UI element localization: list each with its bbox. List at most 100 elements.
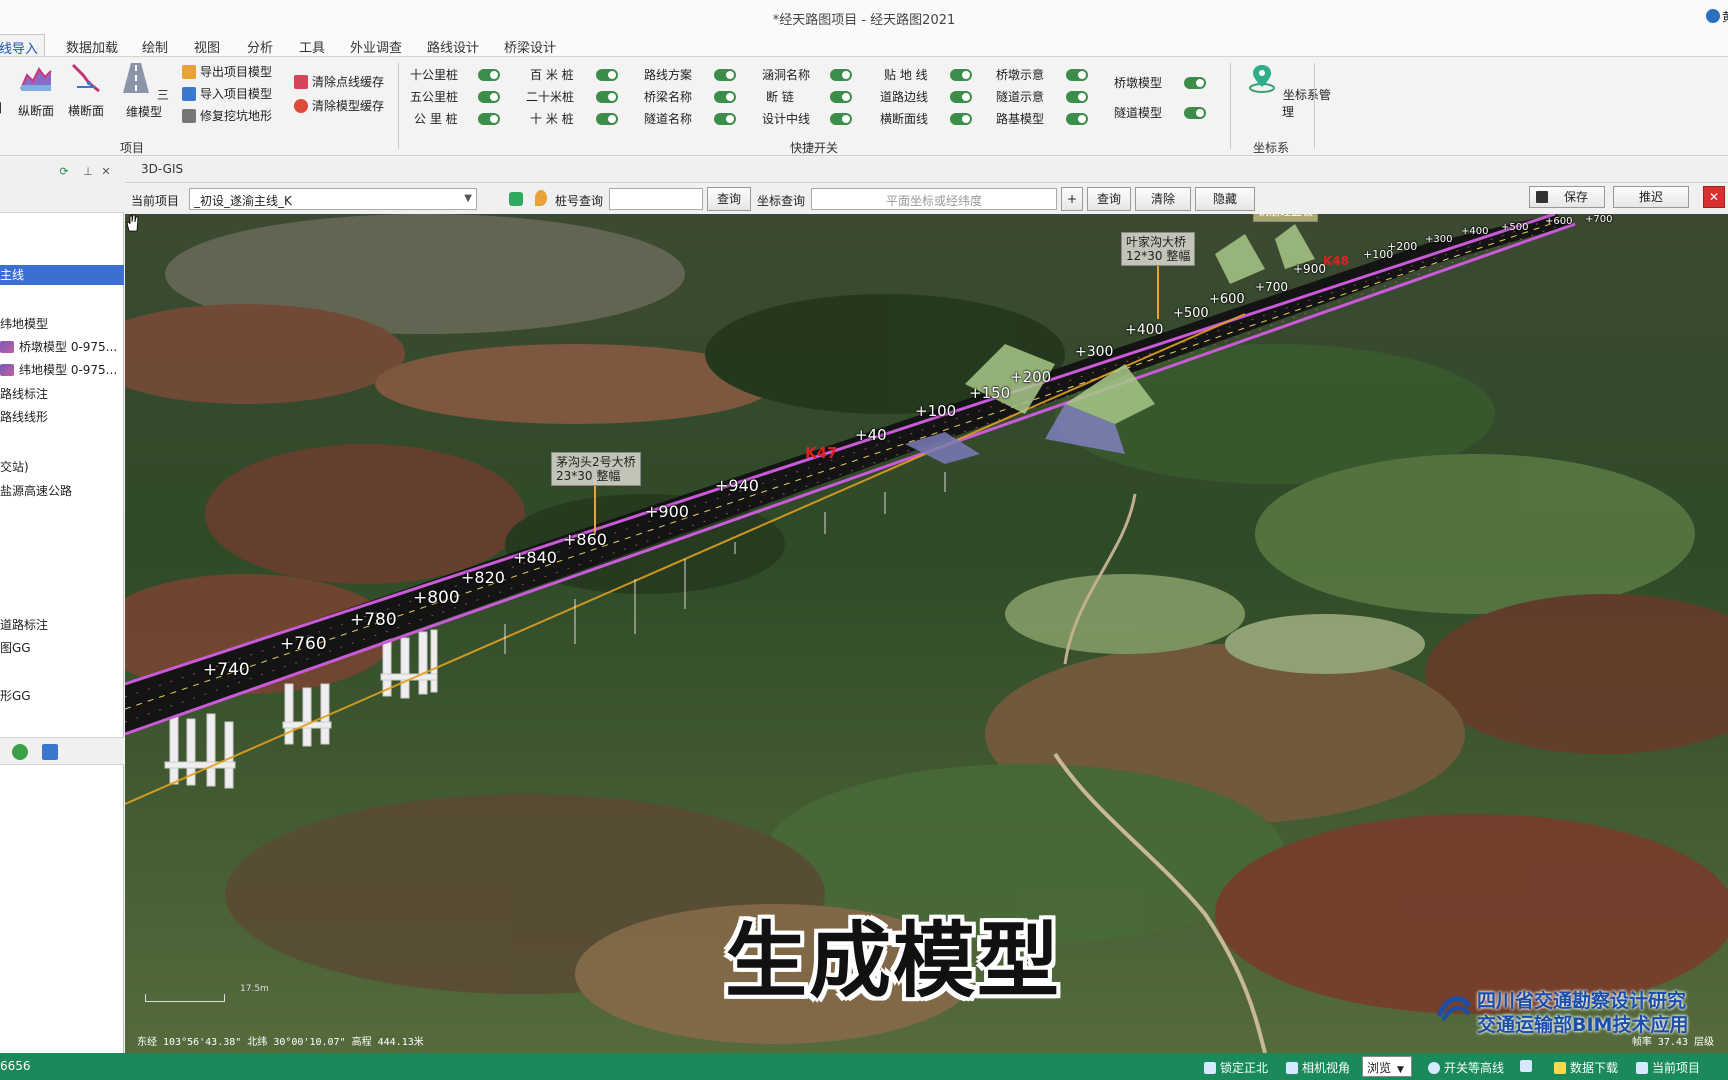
toggle-km-pile[interactable]: 公 里 桩	[414, 109, 500, 129]
current-project-status[interactable]: 当前项目	[1636, 1059, 1700, 1076]
data-download-button[interactable]: 数据下载	[1554, 1059, 1618, 1076]
toggle-tunnel-sketch[interactable]: 隧道示意	[996, 87, 1092, 107]
toggle-design-centerline[interactable]: 设计中线	[762, 109, 854, 129]
toggle-5km-pile[interactable]: 五公里桩	[410, 87, 500, 107]
tree-item-interchange[interactable]: 交站)	[0, 457, 29, 477]
toggle-10m-pile[interactable]: 十 米 桩	[530, 109, 620, 129]
tree-item-map-gg[interactable]: 图GG	[0, 638, 31, 658]
toggle-switch[interactable]	[830, 69, 852, 81]
location-pin-icon[interactable]	[535, 190, 547, 206]
tree-item-weidi-model[interactable]: 纬地模型	[0, 314, 48, 334]
repair-terrain-button[interactable]: 修复挖坑地形	[182, 107, 272, 125]
tree-item-weidi-model-2[interactable]: 纬地模型 0-975...	[0, 360, 117, 380]
toggle-switch[interactable]	[714, 113, 736, 125]
pile-query-button[interactable]: 查询	[707, 187, 751, 211]
user-account[interactable]: 黄	[1704, 7, 1728, 31]
toggle-culvert-name[interactable]: 涵洞名称	[762, 65, 854, 85]
toggle-pier-sketch[interactable]: 桥墩示意	[996, 65, 1092, 85]
tab-analysis[interactable]: 分析	[247, 37, 273, 56]
close-icon[interactable]: ✕	[100, 166, 112, 178]
pile-query-input[interactable]	[609, 188, 703, 210]
add-coord-button[interactable]: +	[1061, 187, 1083, 211]
tree-item-yanyuan-expressway[interactable]: 盐源高速公路	[0, 481, 72, 501]
toggle-switch[interactable]	[714, 69, 736, 81]
toggle-cross-section-line[interactable]: 横断面线	[880, 109, 974, 129]
map-3d-viewport[interactable]: +740 +760 +780 +800 +820 +840 +860 +900 +940 K47 +…	[125, 214, 1728, 1053]
tree-item-pier-model[interactable]: 桥墩模型 0-975...	[0, 337, 117, 357]
tab-tools[interactable]: 工具	[299, 37, 325, 56]
toggle-switch[interactable]	[1066, 91, 1088, 103]
layer-tool-icon[interactable]	[42, 744, 58, 760]
toggle-switch[interactable]	[478, 113, 500, 125]
culvert-label: 钢筋砼盖板	[1253, 214, 1318, 222]
toggle-tunnel-name[interactable]: 隧道名称	[644, 109, 736, 129]
sync-icon[interactable]	[12, 744, 28, 760]
tab-draw[interactable]: 绘制	[142, 37, 168, 56]
tab-3d-gis[interactable]: 3D-GIS	[141, 162, 183, 176]
coord-query-input[interactable]: 平面坐标或经纬度	[811, 188, 1057, 210]
tree-item-road-annotation[interactable]: 道路标注	[0, 615, 48, 635]
toggle-switch[interactable]	[950, 69, 972, 81]
toggle-chain-break[interactable]: 断 链	[766, 87, 854, 107]
clear-button[interactable]: 清除	[1135, 187, 1191, 211]
toggle-subgrade-model[interactable]: 路基模型	[996, 109, 1092, 129]
toggle-switch[interactable]	[830, 91, 852, 103]
refresh-project-icon[interactable]	[509, 192, 523, 206]
toggle-switch[interactable]	[1066, 113, 1088, 125]
contour-toggle[interactable]: 开关等高线	[1428, 1059, 1504, 1076]
lock-north-toggle[interactable]: 锁定正北	[1204, 1059, 1268, 1076]
toggle-road-edge[interactable]: 道路边线	[880, 87, 974, 107]
tab-bridge-design[interactable]: 桥梁设计	[504, 37, 556, 56]
profile-button[interactable]: 纵断面	[14, 61, 58, 119]
toggle-switch[interactable]	[950, 91, 972, 103]
ribbon-separator	[398, 63, 399, 149]
toggle-100m-pile[interactable]: 百 米 桩	[530, 65, 620, 85]
toggle-pier-model[interactable]: 桥墩模型	[1114, 73, 1206, 93]
tab-data-load[interactable]: 数据加载	[66, 37, 118, 56]
tab-view[interactable]: 视图	[194, 37, 220, 56]
save-button[interactable]: 保存	[1529, 186, 1605, 208]
station-label: +200	[1387, 240, 1418, 253]
tree-item-mainline[interactable]: 主线	[0, 265, 124, 285]
tree-item-terrain-gg[interactable]: 形GG	[0, 686, 31, 706]
toggle-switch[interactable]	[478, 69, 500, 81]
pin-icon[interactable]: ⊥	[82, 166, 94, 178]
toggle-switch[interactable]	[830, 113, 852, 125]
toggle-10km-pile[interactable]: 十公里桩	[410, 65, 500, 85]
tree-item-route-annotation[interactable]: 路线标注	[0, 384, 48, 404]
toggle-switch[interactable]	[478, 91, 500, 103]
toggle-switch[interactable]	[950, 113, 972, 125]
toggle-20m-pile[interactable]: 二十米桩	[526, 87, 620, 107]
cross-section-button[interactable]: 横断面	[64, 61, 108, 119]
import-model-button[interactable]: 导入项目模型	[182, 85, 272, 103]
refresh-icon[interactable]: ⟳	[58, 166, 70, 178]
toggle-route-plan[interactable]: 路线方案	[644, 65, 736, 85]
close-icon[interactable]: ✕	[1703, 186, 1725, 208]
view-mode-select[interactable]: 浏览 ▼	[1362, 1056, 1412, 1077]
toggle-switch[interactable]	[1066, 69, 1088, 81]
tree-item-route-alignment[interactable]: 路线线形	[0, 407, 48, 427]
back-button[interactable]: 推迟	[1613, 186, 1689, 208]
toggle-bridge-name[interactable]: 桥梁名称	[644, 87, 736, 107]
project-select[interactable]: _初设_遂渝主线_K ▼	[189, 188, 477, 210]
sb-layer-icon-btn[interactable]	[1520, 1059, 1536, 1073]
clear-model-cache-button[interactable]: 清除模型缓存	[294, 97, 384, 115]
tab-line-import[interactable]: 线导入	[0, 34, 46, 57]
coord-query-button[interactable]: 查询	[1087, 187, 1131, 211]
export-model-button[interactable]: 导出项目模型	[182, 63, 272, 81]
clear-point-cache-button[interactable]: 清除点线缓存	[294, 73, 384, 91]
3d-model-button[interactable]: 三维模型	[116, 61, 172, 120]
coord-system-button[interactable]: 坐标系管理	[1240, 61, 1336, 120]
toggle-tunnel-model[interactable]: 隧道模型	[1114, 103, 1206, 123]
toggle-switch[interactable]	[1184, 77, 1206, 89]
toggle-ground-line[interactable]: 贴 地 线	[884, 65, 974, 85]
map-button[interactable]: 图	[0, 61, 8, 116]
tab-route-design[interactable]: 路线设计	[427, 37, 479, 56]
hide-button[interactable]: 隐藏	[1195, 187, 1255, 211]
toggle-switch[interactable]	[596, 69, 618, 81]
toggle-switch[interactable]	[596, 113, 618, 125]
toggle-switch[interactable]	[596, 91, 618, 103]
toggle-switch[interactable]	[1184, 107, 1206, 119]
toggle-switch[interactable]	[714, 91, 736, 103]
tab-field-survey[interactable]: 外业调查	[350, 37, 402, 56]
